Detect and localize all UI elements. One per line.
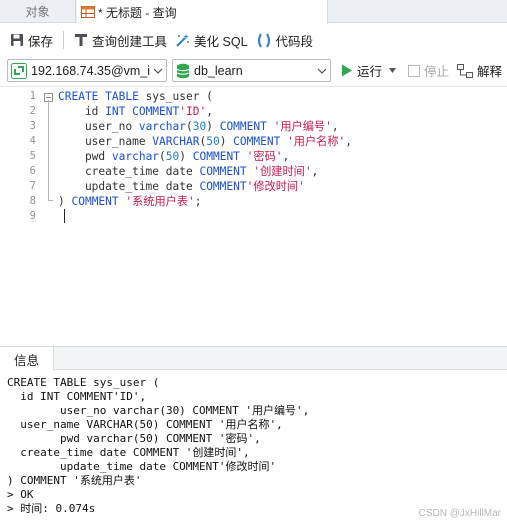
stop-label: 停止 xyxy=(424,65,450,79)
stop-button[interactable]: 停止 xyxy=(408,59,449,82)
chevron-down-icon xyxy=(153,65,163,79)
info-line: > OK xyxy=(7,488,34,501)
sql-editor[interactable]: 1 2 3 4 5 6 7 8 9 CREATE TABLE sys_user … xyxy=(0,86,507,345)
magic-wand-icon xyxy=(175,33,194,47)
save-label: 保存 xyxy=(28,34,54,49)
query-builder-button[interactable]: 查询创建工具 xyxy=(70,28,171,52)
database-icon xyxy=(176,63,190,79)
fold-guide-line xyxy=(48,100,49,200)
stop-icon xyxy=(408,64,424,77)
info-line: update_time date COMMENT'修改时间' xyxy=(7,460,277,473)
line-number: 3 xyxy=(29,120,36,132)
tab-info[interactable]: 信息 xyxy=(0,347,54,371)
tab-bar: 对象 * 无标题 - 查询 xyxy=(0,0,507,24)
line-number-gutter: 1 2 3 4 5 6 7 8 9 xyxy=(0,87,40,345)
code-line: create_time date COMMENT '创建时间', xyxy=(58,165,319,178)
snippet-label: 代码段 xyxy=(275,34,314,49)
tab-info-label: 信息 xyxy=(13,353,39,368)
line-number: 7 xyxy=(29,180,36,192)
connection-icon xyxy=(11,62,27,79)
tab-query-label: * 无标题 - 查询 xyxy=(98,5,177,20)
tab-objects-label: 对象 xyxy=(25,5,50,19)
beautify-sql-label: 美化 SQL xyxy=(194,34,248,49)
tab-objects[interactable]: 对象 xyxy=(0,0,76,23)
save-button[interactable]: 保存 xyxy=(6,28,57,52)
chevron-down-icon xyxy=(317,65,327,79)
info-line: CREATE TABLE sys_user ( xyxy=(7,376,160,389)
beautify-sql-button[interactable]: 美化 SQL xyxy=(171,28,252,52)
info-line: > 时间: 0.074s xyxy=(7,502,96,515)
code-line: CREATE TABLE sys_user ( xyxy=(58,90,213,103)
play-icon xyxy=(341,64,357,77)
code-line: ) COMMENT '系统用户表'; xyxy=(58,195,202,208)
info-message-panel: CREATE TABLE sys_user ( id INT COMMENT'I… xyxy=(0,370,507,525)
watermark: CSDN @JxHillMar xyxy=(418,508,501,519)
result-tab-bar: 信息 xyxy=(0,346,507,371)
code-line: user_no varchar(30) COMMENT '用户编号', xyxy=(58,120,339,133)
explain-button[interactable]: 解释 xyxy=(457,59,502,82)
line-number: 4 xyxy=(29,135,36,147)
run-button[interactable]: 运行 xyxy=(341,59,400,82)
fold-collapse-icon[interactable] xyxy=(44,91,53,102)
info-line: pwd varchar(50) COMMENT '密码', xyxy=(7,432,261,445)
query-builder-icon xyxy=(74,33,92,47)
explain-icon xyxy=(457,63,477,78)
toolbar: 保存 查询创建工具 美化 SQL 代码段 xyxy=(0,24,507,56)
connection-select[interactable]: 192.168.74.35@vm_i xyxy=(7,59,167,82)
fold-guide-end xyxy=(48,200,53,201)
connection-value: 192.168.74.35@vm_i xyxy=(31,63,151,78)
code-line: pwd varchar(50) COMMENT '密码', xyxy=(58,150,290,163)
save-icon xyxy=(10,33,28,47)
info-line: user_no varchar(30) COMMENT '用户编号', xyxy=(7,404,310,417)
line-number: 6 xyxy=(29,165,36,177)
explain-label: 解释 xyxy=(477,65,503,79)
database-select[interactable]: db_learn xyxy=(172,59,331,82)
info-line: create_time date COMMENT '创建时间', xyxy=(7,446,250,459)
line-number: 9 xyxy=(29,210,36,222)
code-line: update_time date COMMENT'修改时间' xyxy=(58,180,305,193)
text-cursor xyxy=(64,209,65,223)
snippet-button[interactable]: 代码段 xyxy=(252,28,318,52)
line-number: 5 xyxy=(29,150,36,162)
line-number: 1 xyxy=(29,90,36,102)
info-line: ) COMMENT '系统用户表' xyxy=(7,474,142,487)
run-dropdown-icon[interactable] xyxy=(389,68,400,73)
toolbar-divider xyxy=(63,31,65,49)
info-line: user_name VARCHAR(50) COMMENT '用户名称', xyxy=(7,418,283,431)
parentheses-icon xyxy=(256,32,276,48)
line-number: 8 xyxy=(29,195,36,207)
code-line: id INT COMMENT'ID', xyxy=(58,105,213,118)
code-line: user_name VARCHAR(50) COMMENT '用户名称', xyxy=(58,135,353,148)
tab-query[interactable]: * 无标题 - 查询 xyxy=(77,0,328,24)
line-number: 2 xyxy=(29,105,36,117)
query-builder-label: 查询创建工具 xyxy=(92,34,168,49)
query-table-icon xyxy=(81,5,98,19)
info-line: id INT COMMENT'ID', xyxy=(7,390,147,403)
run-label: 运行 xyxy=(357,65,383,79)
database-value: db_learn xyxy=(194,63,243,78)
